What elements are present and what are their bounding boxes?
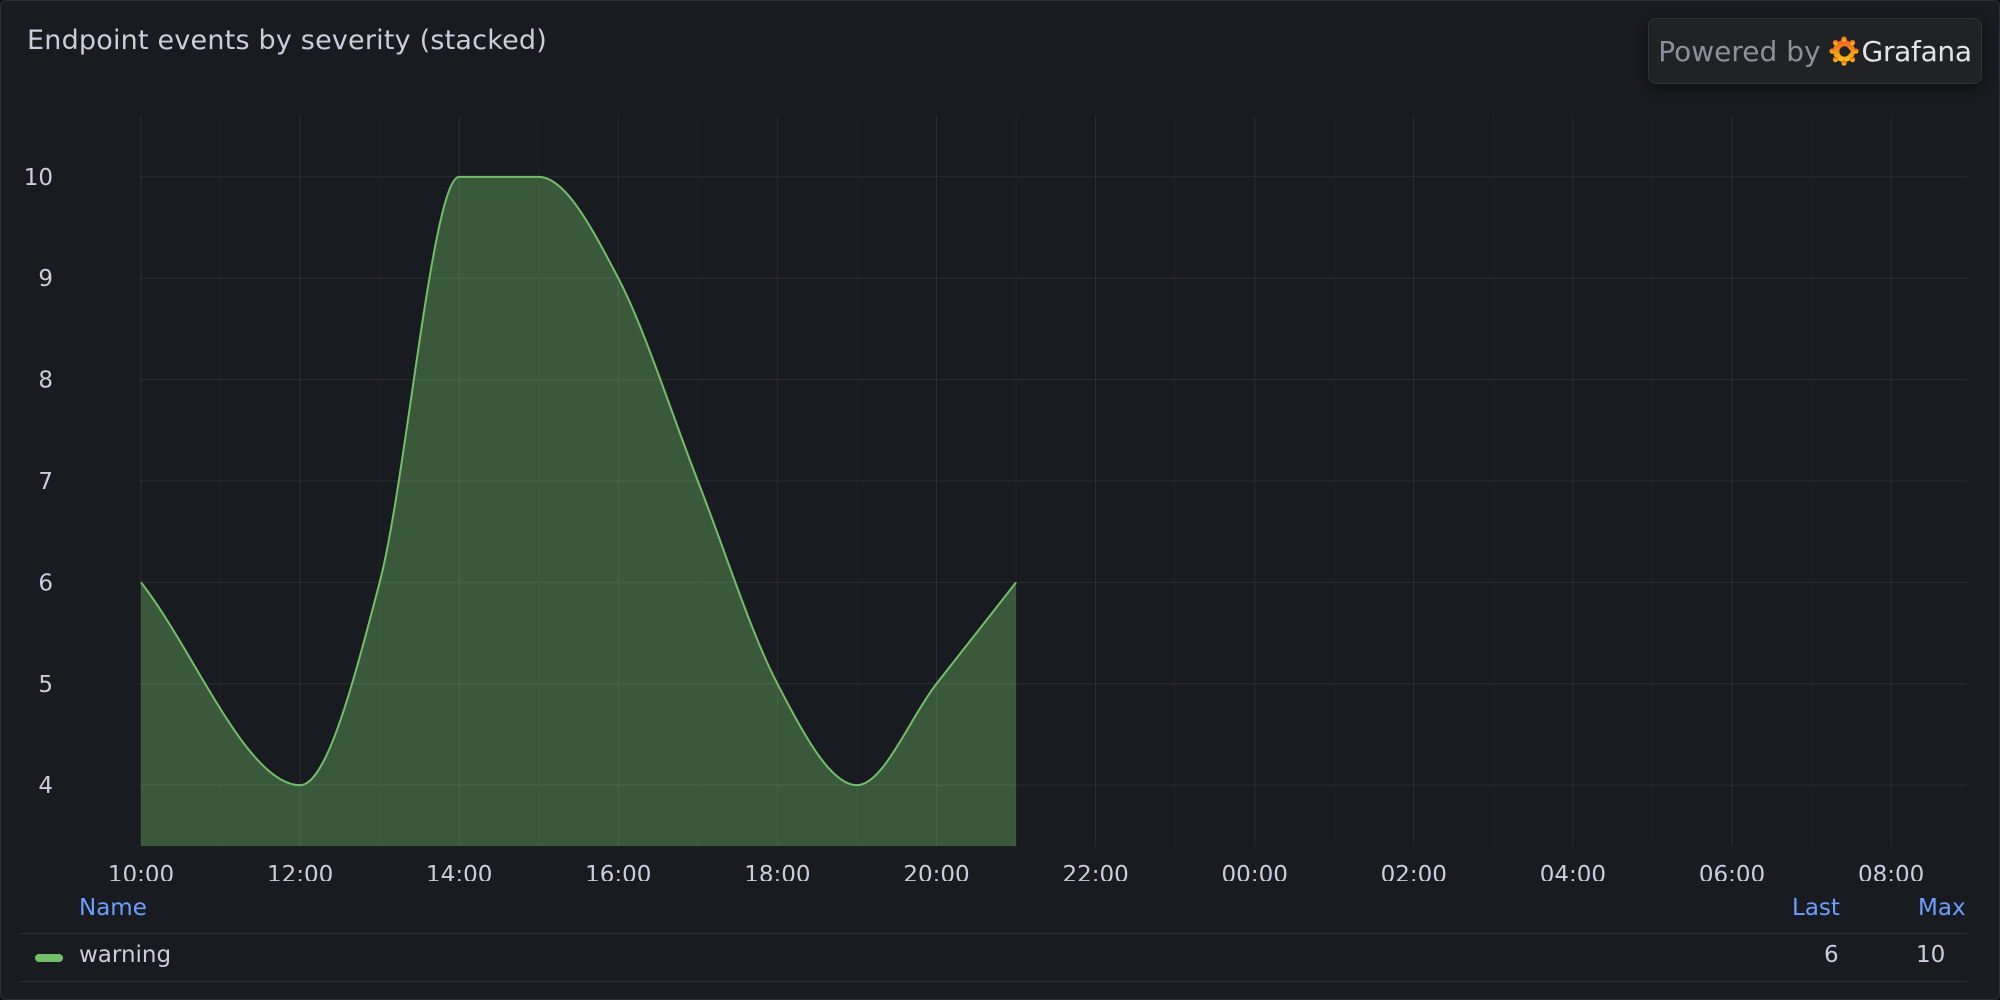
x-tick-label: 10:00	[108, 862, 174, 881]
x-tick-label: 14:00	[426, 862, 492, 881]
x-tick-label: 18:00	[744, 862, 810, 881]
legend-header-name[interactable]: Name	[79, 895, 147, 921]
x-tick-label: 04:00	[1540, 862, 1606, 881]
x-tick-label: 22:00	[1062, 862, 1128, 881]
y-tick-label: 8	[38, 368, 53, 394]
x-tick-label: 16:00	[585, 862, 651, 881]
legend-divider-bottom	[19, 981, 1967, 982]
chart-panel: Endpoint events by severity (stacked) Po…	[0, 0, 2000, 1000]
legend-header-max[interactable]: Max	[1918, 895, 1966, 921]
y-tick-label: 6	[38, 570, 53, 596]
legend-series-name: warning	[79, 942, 172, 968]
y-tick-label: 7	[38, 469, 53, 495]
y-tick-label: 10	[24, 165, 53, 191]
x-tick-label: 20:00	[903, 862, 969, 881]
legend-divider	[19, 933, 1967, 934]
y-tick-label: 4	[38, 773, 53, 799]
legend-last-value: 6	[1824, 942, 1839, 968]
y-tick-label: 9	[38, 266, 53, 292]
legend-swatch-warning	[35, 954, 63, 962]
time-series-chart: 10:00 12:00 14:00 16:00 18:00 20:00 22:00 00:00…	[24, 116, 1967, 881]
x-tick-label: 02:00	[1381, 862, 1447, 881]
y-tick-label: 5	[38, 672, 53, 698]
series-area-warning	[141, 176, 1017, 847]
x-tick-label: 08:00	[1858, 862, 1924, 881]
legend-header-last[interactable]: Last	[1792, 895, 1840, 921]
legend-max-value: 10	[1916, 942, 1946, 968]
x-tick-label: 12:00	[267, 862, 333, 881]
x-tick-label: 00:00	[1222, 862, 1288, 881]
x-tick-label: 06:00	[1699, 862, 1765, 881]
